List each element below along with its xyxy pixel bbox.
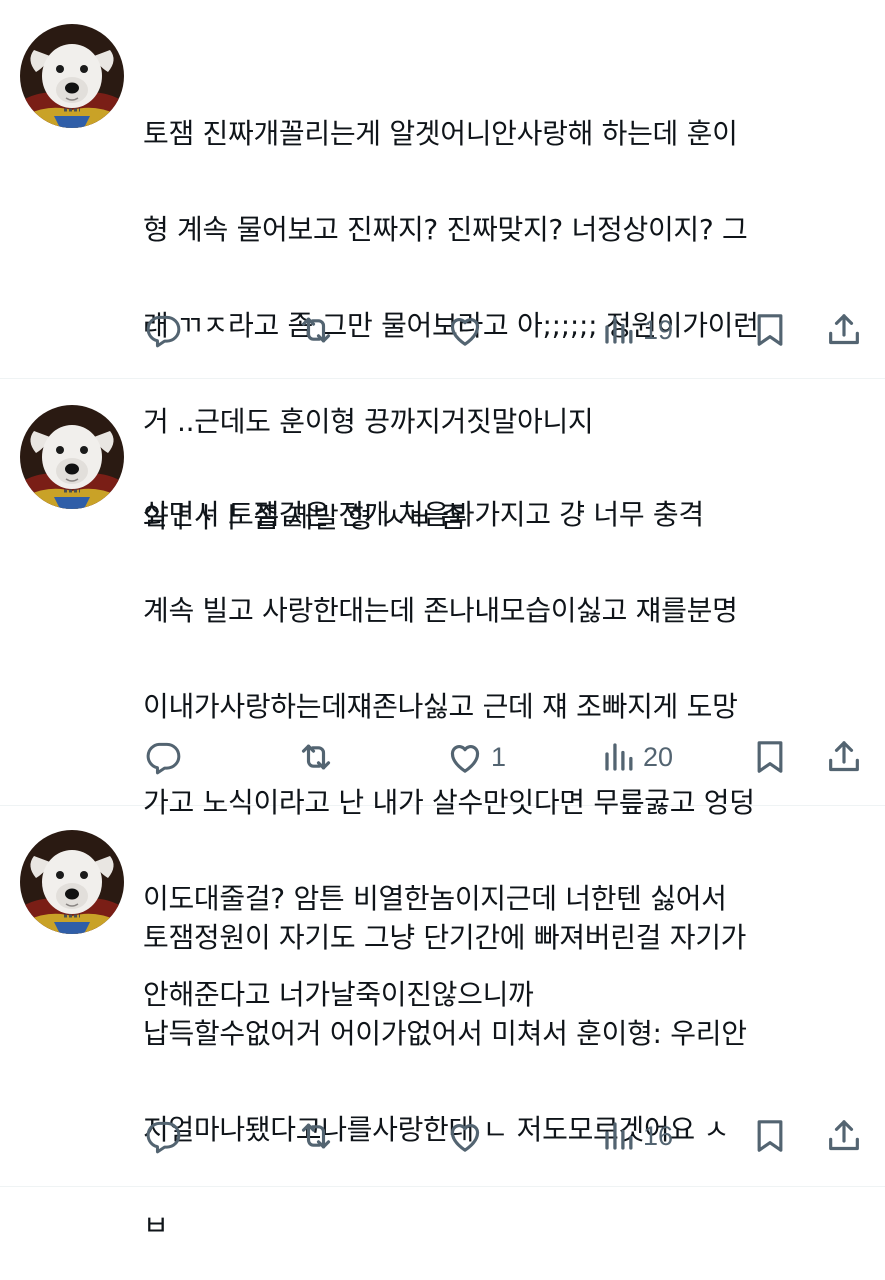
views-icon bbox=[605, 743, 633, 771]
views-count: 19 bbox=[643, 314, 674, 345]
bookmark-icon bbox=[757, 1120, 783, 1152]
like-icon bbox=[450, 745, 480, 773]
post-3: 토잼정원이 자기도 그냥 단기간에 빠져버린걸 자기가 납득할수없어거 어이가없… bbox=[0, 806, 885, 1232]
share-icon bbox=[829, 741, 859, 772]
repost-button[interactable] bbox=[296, 1114, 342, 1158]
bookmark-icon bbox=[757, 314, 783, 346]
like-button[interactable] bbox=[445, 308, 491, 352]
views-icon bbox=[605, 1122, 633, 1150]
reply-icon bbox=[146, 1121, 181, 1154]
bookmark-button[interactable] bbox=[750, 1114, 790, 1158]
views-count: 20 bbox=[643, 741, 674, 772]
post-1: 토잼 진짜개꼴리는게 알겟어니안사랑해 하는데 훈이 형 계속 물어보고 진짜지… bbox=[0, 0, 885, 534]
views-icon bbox=[605, 316, 633, 344]
post-text-line: 계속 빌고 사랑한대는데 존나내모습이싫고 쟤를분명 bbox=[143, 594, 738, 627]
post-text-line: 살면서 토잼같은 전개 처음봐가지고 걍 너무 충격 bbox=[143, 498, 704, 531]
repost-icon bbox=[301, 317, 331, 343]
avatar[interactable] bbox=[20, 24, 124, 128]
repost-icon bbox=[301, 744, 331, 770]
repost-icon bbox=[301, 1123, 331, 1149]
action-bar: 1 20 bbox=[0, 735, 885, 779]
bookmark-icon bbox=[757, 741, 783, 773]
post-text-line: 이내가사랑하는데쟤존나싫고 근데 쟤 조빠지게 도망 bbox=[143, 690, 738, 723]
like-button[interactable] bbox=[445, 1114, 491, 1158]
views-button[interactable]: 20 bbox=[601, 735, 673, 779]
repost-button[interactable] bbox=[296, 735, 342, 779]
post-text: 토잼정원이 자기도 그냥 단기간에 빠져버린걸 자기가 납득할수없어거 어이가없… bbox=[143, 866, 868, 1280]
reply-icon bbox=[146, 742, 181, 775]
views-button[interactable]: 19 bbox=[601, 308, 673, 352]
post-text-line: 토잼 진짜개꼴리는게 알겟어니안사랑해 하는데 훈이 bbox=[143, 117, 738, 150]
bookmark-button[interactable] bbox=[750, 735, 790, 779]
action-bar: 16 bbox=[0, 1114, 885, 1158]
post-text-line: 토잼정원이 자기도 그냥 단기간에 빠져버린걸 자기가 bbox=[143, 921, 747, 954]
like-button[interactable]: 1 bbox=[445, 735, 506, 779]
reply-icon bbox=[146, 315, 181, 348]
share-button[interactable] bbox=[824, 735, 864, 779]
views-count: 16 bbox=[643, 1120, 674, 1151]
share-button[interactable] bbox=[824, 1114, 864, 1158]
action-bar: 19 bbox=[0, 308, 885, 352]
post-text-line: ㅂ bbox=[143, 1209, 169, 1232]
share-button[interactable] bbox=[824, 308, 864, 352]
post-2: 살면서 토잼같은 전개 처음봐가지고 걍 너무 충격 계속 빌고 사랑한대는데 … bbox=[0, 379, 885, 1011]
avatar[interactable] bbox=[20, 405, 124, 509]
like-icon bbox=[450, 318, 480, 346]
repost-button[interactable] bbox=[296, 308, 342, 352]
share-icon bbox=[829, 1120, 859, 1151]
bookmark-button[interactable] bbox=[750, 308, 790, 352]
post-text-line: 납득할수없어거 어이가없어서 미쳐서 훈이형: 우리안 bbox=[143, 1017, 747, 1050]
avatar[interactable] bbox=[20, 830, 124, 934]
share-icon bbox=[829, 314, 859, 345]
views-button[interactable]: 16 bbox=[601, 1114, 673, 1158]
like-count: 1 bbox=[491, 741, 507, 772]
reply-button[interactable] bbox=[144, 308, 188, 352]
like-icon bbox=[450, 1124, 480, 1152]
reply-button[interactable] bbox=[144, 735, 188, 779]
post-text-line: 형 계속 물어보고 진짜지? 진짜맞지? 너정상이지? 그 bbox=[143, 213, 748, 246]
reply-button[interactable] bbox=[144, 1114, 188, 1158]
